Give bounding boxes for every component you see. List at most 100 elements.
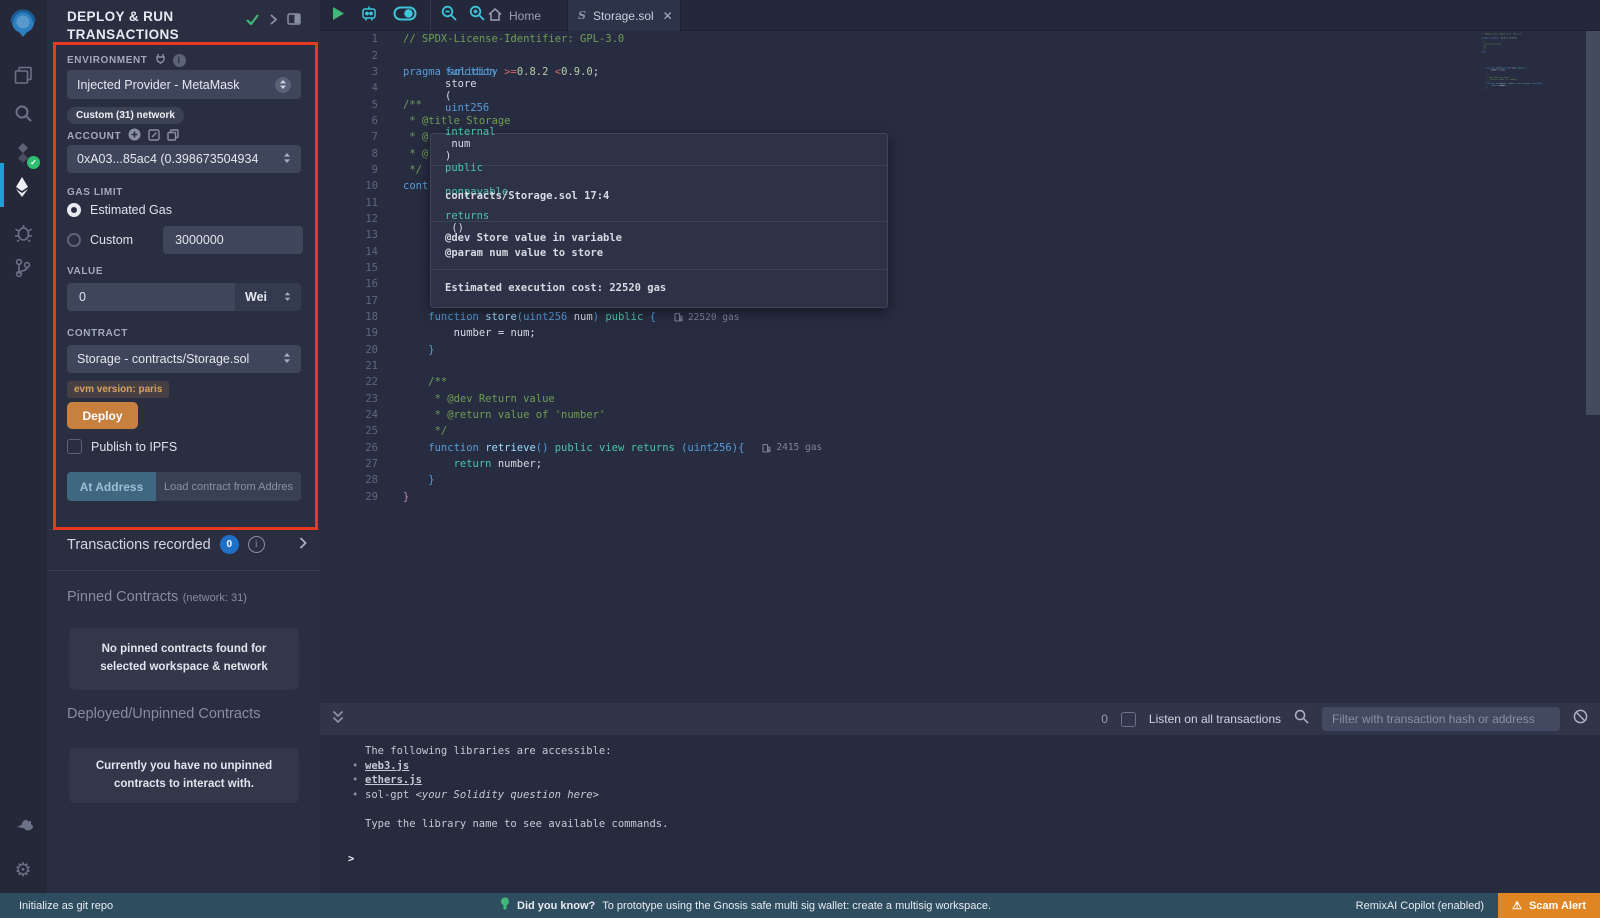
estimated-gas-radio[interactable] [67, 203, 81, 217]
pinned-contracts-network: (network: 31) [183, 592, 247, 604]
line-number: 28 [320, 474, 378, 486]
environment-select[interactable]: Injected Provider - MetaMask [67, 70, 301, 99]
terminal-filter-input[interactable] [1322, 707, 1560, 731]
git-init-status[interactable]: Initialize as git repo [0, 900, 113, 912]
value-unit-select[interactable]: Wei [235, 283, 301, 311]
account-label: ACCOUNT [67, 131, 121, 142]
contract-select[interactable]: Storage - contracts/Storage.sol [67, 345, 301, 373]
terminal-output[interactable]: The following libraries are accessible: … [320, 735, 1600, 893]
line-number: 13 [320, 229, 378, 241]
transactions-info-icon[interactable]: i [248, 536, 265, 553]
transactions-expand-icon[interactable] [299, 536, 307, 554]
deploy-button[interactable]: Deploy [67, 402, 138, 429]
terminal-tx-count: 0 [1101, 712, 1108, 726]
clear-console-icon[interactable] [1573, 709, 1588, 729]
deploy-run-panel: DEPLOY & RUN TRANSACTIONS ENVIRONMENT i … [46, 0, 320, 893]
add-account-icon[interactable] [128, 128, 141, 144]
zoom-out-icon[interactable] [441, 5, 457, 26]
line-number: 17 [320, 295, 378, 307]
custom-gas-option[interactable]: Custom [67, 226, 301, 254]
line-number: 14 [320, 246, 378, 258]
pin-panel-icon[interactable] [287, 12, 301, 30]
terminal-collapse-icon[interactable] [332, 710, 344, 729]
line-number: 21 [320, 360, 378, 372]
tab-home[interactable]: Home [478, 0, 551, 31]
plugin-manager-icon[interactable] [0, 808, 46, 848]
code-line: 20 } [320, 342, 1600, 358]
line-number: 19 [320, 327, 378, 339]
value-input[interactable] [67, 283, 235, 311]
network-badge: Custom (31) network [67, 107, 184, 124]
close-tab-icon[interactable]: ✕ [663, 9, 673, 23]
plug-icon[interactable] [155, 53, 166, 67]
copy-account-icon[interactable] [167, 129, 179, 144]
status-bar: Initialize as git repo Did you know? To … [0, 893, 1600, 918]
copilot-toggle-icon[interactable] [393, 6, 417, 26]
publish-ipfs-option[interactable]: Publish to IPFS [67, 439, 301, 454]
terminal-toolbar: 0 Listen on all transactions [320, 703, 1600, 735]
terminal-prompt[interactable]: > [348, 853, 354, 865]
deployed-empty-message: Currently you have no unpinnedcontracts … [69, 748, 299, 803]
settings-icon[interactable]: ⚙ [0, 850, 46, 890]
line-number: 3 [320, 66, 378, 78]
run-script-icon[interactable] [332, 6, 345, 26]
hover-tooltip: function store (uint256 internal num) pu… [430, 133, 888, 308]
code-editor[interactable]: 1// SPDX-License-Identifier: GPL-3.023pr… [320, 31, 1600, 703]
solidity-file-icon: S [578, 9, 586, 22]
remix-ide-window: ✓ ⚙ DEPLOY & RUN TRANSACTIONS [0, 0, 1600, 918]
minimap[interactable]: // SPDX-License-Identifier: GPL-3.0pragm… [1477, 33, 1587, 333]
updown-caret-icon [283, 352, 291, 366]
code-line: 26 function retrieve() public view retur… [320, 440, 1600, 456]
tab-storage-sol[interactable]: S Storage.sol ✕ [567, 0, 681, 31]
web3js-link[interactable]: web3.js [365, 760, 409, 772]
at-address-input[interactable] [156, 472, 301, 501]
editor-tabbar: Home S Storage.sol ✕ [320, 0, 1600, 31]
search-icon[interactable] [0, 93, 46, 133]
custom-gas-radio[interactable] [67, 233, 81, 247]
sign-message-icon[interactable] [148, 129, 160, 144]
line-number: 27 [320, 458, 378, 470]
editor-scrollbar[interactable] [1586, 31, 1600, 415]
updown-caret-icon [284, 290, 291, 304]
custom-gas-input[interactable] [163, 226, 303, 254]
deploy-run-icon[interactable] [0, 167, 46, 207]
ai-copilot-icon[interactable] [360, 5, 378, 27]
line-number: 20 [320, 344, 378, 356]
terminal-line: sol-gpt <your Solidity question here> [365, 789, 1600, 804]
estimated-gas-option[interactable]: Estimated Gas [67, 203, 301, 217]
copilot-status[interactable]: RemixAI Copilot (enabled) [1356, 900, 1484, 912]
did-you-know-label: Did you know? [517, 900, 595, 912]
account-select[interactable]: 0xA03...85ac4 (0.398673504934 [67, 145, 301, 173]
estimated-gas-label: Estimated Gas [90, 203, 172, 217]
main-area: Home S Storage.sol ✕ 1// SPDX-License-Id… [320, 0, 1600, 893]
terminal-line: Type the library name to see available c… [365, 818, 1600, 833]
listen-all-checkbox[interactable] [1121, 712, 1136, 727]
git-icon[interactable] [0, 248, 46, 288]
account-value: 0xA03...85ac4 (0.398673504934 [77, 152, 258, 166]
at-address-button[interactable]: At Address [67, 472, 156, 501]
contract-value: Storage - contracts/Storage.sol [77, 352, 249, 366]
ethersjs-link[interactable]: ethers.js [365, 774, 422, 786]
code-line: 24 * @return value of 'number' [320, 407, 1600, 423]
gas-limit-label: GAS LIMIT [67, 187, 123, 198]
environment-info-icon[interactable]: i [173, 54, 186, 67]
publish-ipfs-checkbox[interactable] [67, 439, 82, 454]
terminal-line: The following libraries are accessible: [365, 745, 1600, 760]
value-unit: Wei [245, 290, 267, 304]
debugger-icon[interactable] [0, 212, 46, 252]
line-number: 15 [320, 262, 378, 274]
collapse-panel-icon[interactable] [269, 12, 277, 30]
remix-logo-icon[interactable] [0, 4, 46, 44]
scam-alert-button[interactable]: ⚠ Scam Alert [1498, 893, 1600, 918]
terminal-line: ethers.js [365, 774, 1600, 789]
home-icon [488, 8, 502, 24]
code-line: 19 number = num; [320, 325, 1600, 341]
line-number: 7 [320, 131, 378, 143]
line-number: 6 [320, 115, 378, 127]
custom-gas-label: Custom [90, 233, 133, 247]
file-explorer-icon[interactable] [0, 55, 46, 95]
terminal-search-icon[interactable] [1294, 709, 1309, 729]
updown-caret-icon [283, 152, 291, 166]
environment-label: ENVIRONMENT [67, 55, 148, 66]
did-you-know-text: To prototype using the Gnosis safe multi… [602, 900, 991, 912]
